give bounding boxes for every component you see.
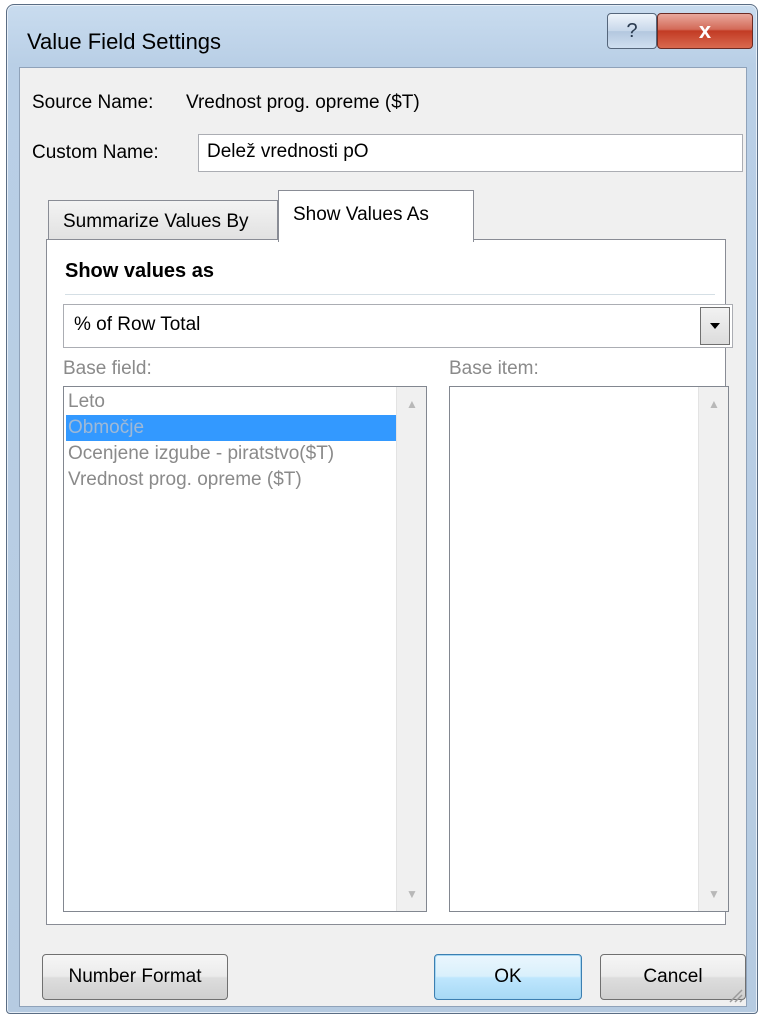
- tab-summarize-values-by[interactable]: Summarize Values By: [48, 200, 278, 240]
- section-separator: [65, 294, 715, 295]
- base-field-scrollbar[interactable]: ▲ ▼: [396, 387, 426, 911]
- help-button[interactable]: ?: [607, 13, 657, 49]
- base-item-list[interactable]: ▲ ▼: [449, 386, 729, 912]
- base-field-list[interactable]: Leto Območje Ocenjene izgube - piratstvo…: [63, 386, 427, 912]
- show-values-as-panel: Show values as % of Row Total Base field…: [46, 239, 733, 925]
- source-name-label: Source Name:: [32, 92, 154, 113]
- ok-button[interactable]: OK: [434, 954, 582, 1000]
- resize-grip-icon[interactable]: [726, 986, 744, 1004]
- base-item-label: Base item:: [449, 358, 539, 379]
- dropdown-button[interactable]: [700, 307, 730, 345]
- scroll-down-arrow-icon[interactable]: ▼: [699, 877, 729, 911]
- source-name-value: Vrednost prog. opreme ($T): [186, 92, 420, 113]
- scroll-down-arrow-icon[interactable]: ▼: [397, 877, 427, 911]
- list-item[interactable]: Leto: [66, 389, 396, 415]
- dialog-body: Source Name: Vrednost prog. opreme ($T) …: [19, 67, 747, 1007]
- show-values-as-value: % of Row Total: [74, 314, 201, 335]
- tab-show-values-as[interactable]: Show Values As: [278, 190, 474, 242]
- custom-name-input[interactable]: Delež vrednosti pO: [198, 134, 743, 172]
- base-item-scrollbar[interactable]: ▲ ▼: [698, 387, 728, 911]
- list-item-selected[interactable]: Območje: [66, 415, 396, 441]
- number-format-button[interactable]: Number Format: [42, 954, 228, 1000]
- cancel-button[interactable]: Cancel: [600, 954, 746, 1000]
- base-field-label: Base field:: [63, 358, 152, 379]
- title-bar[interactable]: Value Field Settings ? x: [7, 5, 757, 71]
- scroll-up-arrow-icon[interactable]: ▲: [397, 387, 427, 421]
- chevron-down-icon: [710, 323, 720, 329]
- window-title: Value Field Settings: [27, 29, 222, 54]
- close-button[interactable]: x: [657, 13, 753, 49]
- list-item[interactable]: Ocenjene izgube - piratstvo($T): [66, 441, 396, 467]
- value-field-settings-dialog: Value Field Settings ? x Source Name: Vr…: [6, 4, 758, 1014]
- list-item[interactable]: Vrednost prog. opreme ($T): [66, 467, 396, 493]
- show-values-as-select[interactable]: % of Row Total: [63, 304, 733, 348]
- help-icon: ?: [626, 19, 638, 42]
- scroll-up-arrow-icon[interactable]: ▲: [699, 387, 729, 421]
- custom-name-label: Custom Name:: [32, 142, 159, 163]
- close-icon: x: [698, 18, 712, 43]
- section-title: Show values as: [65, 260, 214, 282]
